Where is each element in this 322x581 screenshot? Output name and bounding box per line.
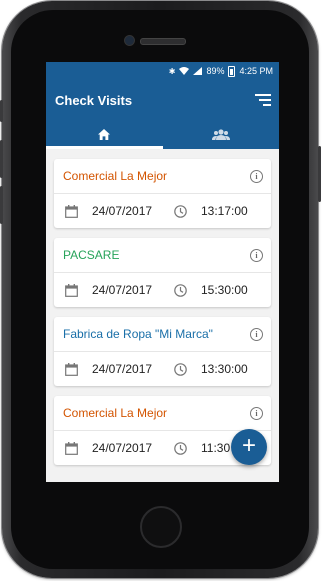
tab-groups[interactable] [163,120,280,149]
app-bar: Check Visits [46,80,279,120]
visit-client-name: Comercial La Mejor [63,169,168,183]
visit-client-name: PACSARE [63,248,120,262]
calendar-icon [65,204,78,218]
visit-list: Comercial La Mejor i 24/07/2017 13:17:00… [46,149,279,465]
front-camera [124,35,135,46]
earpiece-speaker [140,38,186,45]
visit-time: 13:30:00 [201,362,248,376]
visit-date: 24/07/2017 [92,283,153,297]
sort-menu-icon[interactable] [255,94,271,106]
visit-date: 24/07/2017 [92,362,153,376]
calendar-icon [65,362,78,376]
info-icon[interactable]: i [250,169,263,183]
phone-side-button [0,100,3,122]
battery-percent: 89% [206,66,225,76]
add-visit-button[interactable]: + [231,429,267,465]
clock-icon [174,204,187,218]
home-icon [98,129,111,140]
clock-time: 4:25 PM [239,66,273,76]
phone-power-button [318,146,321,202]
visit-client-name: Comercial La Mejor [63,406,168,420]
phone-volume-down [0,186,3,224]
info-icon[interactable]: i [250,406,263,420]
info-icon[interactable]: i [250,248,263,262]
visit-client-name: Fabrica de Ropa "Mi Marca" [63,327,213,341]
signal-icon [193,67,203,75]
home-button[interactable] [140,506,182,548]
app-screen: ✱ 89% 4:25 PM Check Visits Comercial La … [46,62,279,482]
tab-home[interactable] [46,120,163,149]
wifi-icon [179,67,190,75]
status-bar: ✱ 89% 4:25 PM [46,62,279,80]
bluetooth-icon: ✱ [168,66,176,76]
clock-icon [174,441,187,455]
phone-volume-up [0,140,3,178]
calendar-icon [65,283,78,297]
visit-date: 24/07/2017 [92,204,153,218]
page-title: Check Visits [55,92,133,108]
calendar-icon [65,441,78,455]
group-icon [211,129,230,140]
visit-date: 24/07/2017 [92,441,153,455]
tab-bar [46,120,279,149]
visit-card[interactable]: Fabrica de Ropa "Mi Marca" i 24/07/2017 … [54,317,271,386]
visit-time: 13:17:00 [201,204,248,218]
battery-icon [228,65,236,77]
visit-time: 11:30 [201,441,231,455]
info-icon[interactable]: i [250,327,263,341]
clock-icon [174,362,187,376]
visit-time: 15:30:00 [201,283,248,297]
visit-card[interactable]: Comercial La Mejor i 24/07/2017 13:17:00 [54,159,271,228]
clock-icon [174,283,187,297]
visit-card[interactable]: PACSARE i 24/07/2017 15:30:00 [54,238,271,307]
